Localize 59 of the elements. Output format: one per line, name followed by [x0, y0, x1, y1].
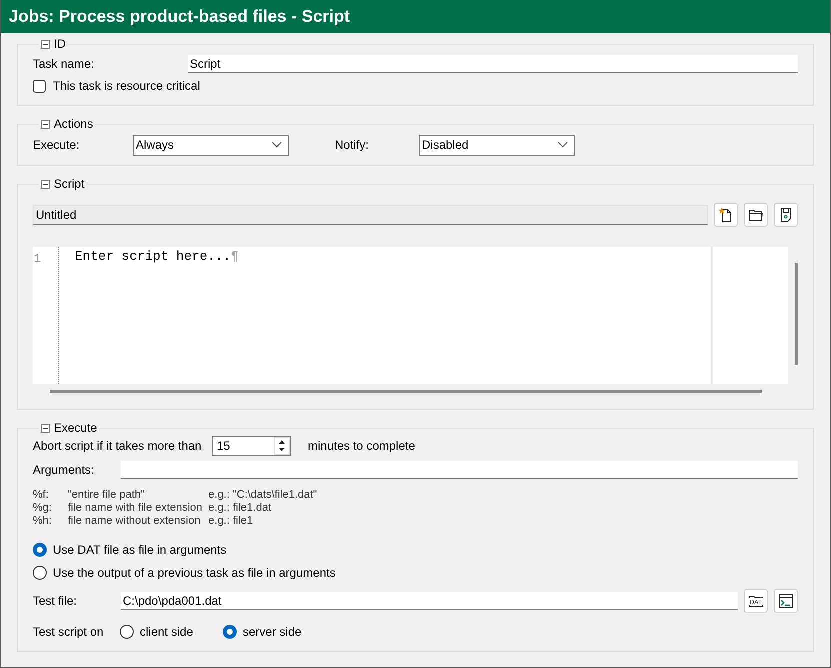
notify-dropdown[interactable]: Disabled	[419, 134, 575, 156]
horizontal-scrollbar[interactable]	[50, 390, 762, 393]
radio-label: Use the output of a previous task as file in arguments	[53, 566, 336, 580]
radio-button[interactable]	[33, 566, 47, 580]
collapse-icon[interactable]	[41, 40, 50, 48]
radio-label: Use DAT file as file in arguments	[53, 543, 227, 557]
minutes-spin-field[interactable]: 15	[212, 436, 291, 456]
section-title: ID	[54, 37, 66, 51]
placeholder-example: e.g.: file1	[208, 515, 254, 528]
code-line: Enter script here...¶	[75, 249, 240, 264]
radio-button[interactable]	[33, 543, 47, 557]
terminal-icon	[778, 593, 794, 609]
section-title: Actions	[54, 117, 94, 131]
field-label: Abort script if it takes more than	[33, 439, 203, 453]
field-label: minutes to complete	[308, 439, 416, 453]
section-title: Execute	[54, 421, 98, 435]
placeholder-code: %h:	[33, 515, 53, 528]
chevron-down-icon	[558, 142, 568, 148]
chevron-down-icon	[272, 142, 282, 148]
collapse-icon[interactable]	[41, 180, 50, 188]
task-name-field[interactable]: Script	[188, 55, 798, 73]
checkbox[interactable]	[33, 80, 46, 92]
placeholder-code: %f:	[33, 489, 50, 502]
placeholder-example: e.g.: file1.dat	[208, 502, 273, 515]
save-button[interactable]	[774, 203, 798, 227]
folder-icon	[748, 207, 764, 223]
execute-dropdown[interactable]: Always	[133, 134, 289, 156]
placeholder-description: "entire file path"	[68, 489, 146, 502]
vertical-scrollbar[interactable]	[795, 263, 798, 365]
field-label: Notify:	[335, 138, 370, 152]
new-file-button[interactable]	[714, 203, 738, 227]
script-name-field[interactable]: Untitled	[33, 205, 708, 225]
field-label: Task name:	[33, 57, 96, 71]
field-label: Test file:	[33, 594, 78, 608]
radio-button[interactable]	[120, 625, 134, 639]
field-label: Test script on	[33, 625, 105, 639]
floppy-disk-icon	[778, 207, 794, 223]
arguments-field[interactable]	[121, 461, 798, 479]
radio-button[interactable]	[223, 625, 237, 639]
test-file-field[interactable]: C:\pdo\pda001.dat	[121, 592, 738, 610]
field-label: Arguments:	[33, 463, 96, 477]
spin-arrows-icon[interactable]	[274, 437, 290, 455]
placeholder-description: file name without extension	[68, 515, 202, 528]
line-number: 1	[34, 252, 42, 266]
collapse-icon[interactable]	[41, 424, 50, 432]
run-script-button[interactable]	[774, 589, 798, 613]
radio-label: client side	[140, 625, 194, 639]
placeholder-example: e.g.: "C:\dats\file1.dat"	[208, 489, 318, 502]
collapse-icon[interactable]	[41, 120, 50, 128]
new-file-icon	[718, 207, 734, 223]
radio-label: server side	[243, 625, 303, 639]
open-folder-button[interactable]	[744, 203, 768, 227]
script-editor[interactable]: 1 Enter script here...¶	[33, 247, 788, 384]
checkbox-label: This task is resource critical	[53, 79, 200, 93]
placeholder-code: %g:	[33, 502, 53, 515]
section-title: Script	[54, 177, 85, 191]
window-title: Jobs: Process product-based files - Script	[1, 0, 830, 33]
field-label: Execute:	[33, 138, 81, 152]
placeholder-description: file name with file extension	[68, 502, 203, 515]
